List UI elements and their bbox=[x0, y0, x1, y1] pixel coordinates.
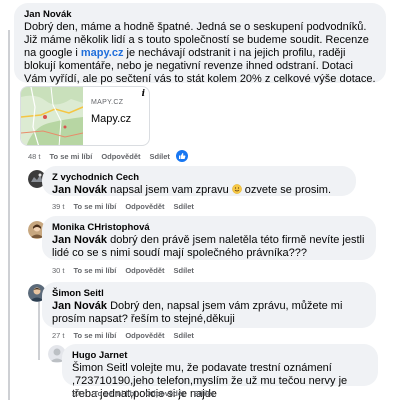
comment-author[interactable]: Jan Novák bbox=[24, 9, 376, 21]
comment-bubble: Šimon Seitl Jan Novák Dobrý den, napsal … bbox=[42, 282, 376, 328]
smiley-emoji-icon bbox=[231, 184, 242, 194]
mapy-link[interactable]: mapy.cz bbox=[81, 47, 124, 59]
comment-time[interactable]: 48 t bbox=[28, 152, 41, 161]
reply-action[interactable]: Odpovědět bbox=[101, 152, 140, 161]
comment-bubble: Z vychodnich Cech Jan Novák napsal jsem … bbox=[42, 166, 356, 196]
thread-line bbox=[38, 300, 40, 360]
comment-time[interactable]: 27 t bbox=[52, 331, 65, 340]
comment-bubble: Jan Novák Dobrý den, máme a hodně špatné… bbox=[14, 3, 386, 86]
comment-author[interactable]: Šimon Seitl bbox=[52, 288, 366, 300]
comment-actions: 30 t To se mi líbí Odpovědět Sdílet bbox=[52, 266, 203, 275]
mention-link[interactable]: Jan Novák bbox=[52, 234, 107, 246]
comment-text: Jan Novák dobrý den právě jsem naletěla … bbox=[52, 234, 366, 260]
like-action[interactable]: To se mi líbí bbox=[74, 266, 117, 275]
comment-actions: 27 t To se mi líbí Odpovědět Sdílet bbox=[72, 389, 223, 398]
share-action[interactable]: Sdílet bbox=[173, 202, 193, 211]
thread-line bbox=[8, 30, 10, 400]
share-action[interactable]: Sdílet bbox=[173, 266, 193, 275]
like-action[interactable]: To se mi líbí bbox=[50, 152, 93, 161]
comment-actions: 27 t To se mi líbí Odpovědět Sdílet bbox=[52, 331, 203, 340]
info-icon[interactable]: i bbox=[142, 89, 145, 99]
comment-actions: 39 t To se mi líbí Odpovědět Sdílet bbox=[52, 202, 203, 211]
link-preview-card[interactable]: MAPY.CZ Mapy.cz i bbox=[20, 86, 150, 146]
comment-time[interactable]: 30 t bbox=[52, 266, 65, 275]
comment-text-part: napsal jsem vam zpravu bbox=[107, 184, 232, 196]
comment-text-part: ozvete se prosim. bbox=[241, 184, 332, 196]
comment-bubble: Hugo Jarnet Šimon Seitl volejte mu, že p… bbox=[62, 344, 378, 400]
comment-text: Jan Novák Dobrý den, napsal jsem vám zpr… bbox=[52, 300, 366, 326]
comment-time[interactable]: 27 t bbox=[72, 389, 85, 398]
reply-action[interactable]: Odpovědět bbox=[125, 266, 164, 275]
reply-action[interactable]: Odpovědět bbox=[125, 331, 164, 340]
like-action[interactable]: To se mi líbí bbox=[74, 202, 117, 211]
share-action[interactable]: Sdílet bbox=[149, 152, 169, 161]
reply-action[interactable]: Odpovědět bbox=[125, 202, 164, 211]
comment-author[interactable]: Z vychodnich Cech bbox=[52, 172, 346, 184]
mention-link[interactable]: Jan Novák bbox=[52, 184, 107, 196]
comment-actions: 48 t To se mi líbí Odpovědět Sdílet bbox=[28, 150, 188, 162]
like-action[interactable]: To se mi líbí bbox=[94, 389, 137, 398]
comment-author[interactable]: Hugo Jarnet bbox=[72, 350, 368, 362]
comment-text: Jan Novák napsal jsem vam zpravu ozvete … bbox=[52, 184, 346, 197]
like-thumb-icon[interactable] bbox=[175, 150, 188, 162]
comment-time[interactable]: 39 t bbox=[52, 202, 65, 211]
link-domain: MAPY.CZ bbox=[91, 99, 124, 106]
share-action[interactable]: Sdílet bbox=[173, 331, 193, 340]
link-title: Mapy.cz bbox=[91, 113, 132, 125]
share-action[interactable]: Sdílet bbox=[193, 389, 213, 398]
comment-author[interactable]: Monika CHristophová bbox=[52, 222, 366, 234]
map-thumbnail bbox=[21, 87, 84, 145]
like-action[interactable]: To se mi líbí bbox=[74, 331, 117, 340]
reply-action[interactable]: Odpovědět bbox=[145, 389, 184, 398]
mention-link[interactable]: Jan Novák bbox=[52, 300, 107, 312]
comment-text: Dobrý den, máme a hodně špatné. Jedná se… bbox=[24, 21, 376, 86]
comment-bubble: Monika CHristophová Jan Novák dobrý den … bbox=[42, 216, 376, 260]
